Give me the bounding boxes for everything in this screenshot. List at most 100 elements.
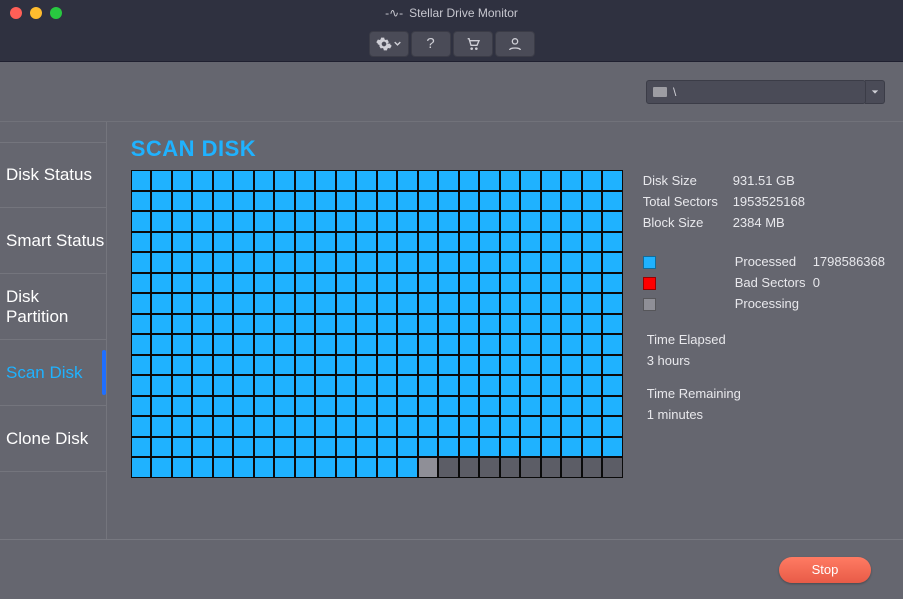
settings-button[interactable] (369, 31, 409, 57)
sidebar-item-disk-partition[interactable]: Disk Partition (0, 274, 106, 340)
scan-block (377, 232, 398, 253)
sidebar-item-scan-disk[interactable]: Scan Disk (0, 340, 106, 406)
scan-block (356, 396, 377, 417)
scan-block (438, 170, 459, 191)
scan-block (213, 355, 234, 376)
hard-drive-icon (653, 87, 667, 97)
scan-block (479, 191, 500, 212)
scan-block (582, 355, 603, 376)
scan-block (459, 355, 480, 376)
cart-button[interactable] (453, 31, 493, 57)
scan-block (254, 232, 275, 253)
scan-block (397, 437, 418, 458)
user-button[interactable] (495, 31, 535, 57)
scan-block (479, 211, 500, 232)
scan-block (479, 355, 500, 376)
time-remaining-label: Time Remaining (643, 386, 885, 401)
cart-icon (465, 36, 481, 52)
scan-block (479, 252, 500, 273)
scan-block (500, 314, 521, 335)
scan-block (336, 375, 357, 396)
scan-block (602, 211, 623, 232)
scan-block (295, 437, 316, 458)
scan-block (500, 293, 521, 314)
drive-select[interactable]: \ (646, 80, 866, 104)
scan-block (500, 355, 521, 376)
help-button[interactable]: ? (411, 31, 451, 57)
scan-block (274, 232, 295, 253)
minimize-window-button[interactable] (30, 7, 42, 19)
scan-block (315, 457, 336, 478)
scan-block (336, 355, 357, 376)
scan-block (418, 191, 439, 212)
drive-select-dropdown[interactable] (865, 80, 885, 104)
scan-block (377, 170, 398, 191)
scan-block (233, 232, 254, 253)
scan-block (582, 334, 603, 355)
scan-block (192, 191, 213, 212)
scan-block (151, 314, 172, 335)
scan-block (479, 396, 500, 417)
scan-block (151, 375, 172, 396)
sidebar-item-label: Clone Disk (6, 429, 88, 449)
scan-block (459, 252, 480, 273)
scan-block (172, 252, 193, 273)
scan-block (602, 252, 623, 273)
stat-row-block-size: Block Size 2384 MB (643, 212, 805, 233)
scan-block (500, 211, 521, 232)
scan-block (397, 252, 418, 273)
scan-block (377, 211, 398, 232)
scan-block (459, 293, 480, 314)
scan-block (172, 191, 193, 212)
scan-block (377, 396, 398, 417)
scan-block (295, 273, 316, 294)
scan-block (336, 293, 357, 314)
scan-block (336, 396, 357, 417)
scan-block (397, 191, 418, 212)
scan-block (295, 170, 316, 191)
time-remaining-value: 1 minutes (643, 401, 885, 422)
sidebar-item-clone-disk[interactable]: Clone Disk (0, 406, 106, 472)
scan-block (274, 437, 295, 458)
scan-block (582, 416, 603, 437)
stat-row-disk-size: Disk Size 931.51 GB (643, 170, 805, 191)
page-title: SCAN DISK (131, 136, 623, 162)
scan-block (295, 314, 316, 335)
sidebar-item-smart-status[interactable]: Smart Status (0, 208, 106, 274)
time-elapsed-label: Time Elapsed (643, 332, 885, 347)
scan-block (520, 314, 541, 335)
scan-block (213, 252, 234, 273)
scan-block (438, 191, 459, 212)
scan-block (192, 273, 213, 294)
scan-block (541, 375, 562, 396)
scan-legend: Processed 1798586368 Bad Sectors 0 Proce… (643, 251, 885, 314)
scan-block (172, 293, 193, 314)
scan-block (377, 314, 398, 335)
close-window-button[interactable] (10, 7, 22, 19)
scan-block (520, 293, 541, 314)
app-logo-icon: -∿- (385, 6, 403, 20)
scan-block (418, 211, 439, 232)
scan-block (541, 191, 562, 212)
scan-block (582, 375, 603, 396)
sidebar-item-disk-status[interactable]: Disk Status (0, 142, 106, 208)
scan-block (131, 314, 152, 335)
scan-block (561, 191, 582, 212)
scan-block (254, 293, 275, 314)
scan-block (192, 232, 213, 253)
scan-block (315, 170, 336, 191)
scan-block (541, 232, 562, 253)
scan-block (254, 457, 275, 478)
scan-block (520, 191, 541, 212)
maximize-window-button[interactable] (50, 7, 62, 19)
scan-block (561, 416, 582, 437)
scan-block (131, 252, 152, 273)
scan-block (561, 293, 582, 314)
bad-sector-color-swatch (643, 277, 656, 290)
scan-block (479, 170, 500, 191)
stop-button[interactable]: Stop (779, 557, 871, 583)
scan-block (131, 191, 152, 212)
scan-block (254, 375, 275, 396)
scan-block (131, 355, 152, 376)
scan-block (582, 170, 603, 191)
